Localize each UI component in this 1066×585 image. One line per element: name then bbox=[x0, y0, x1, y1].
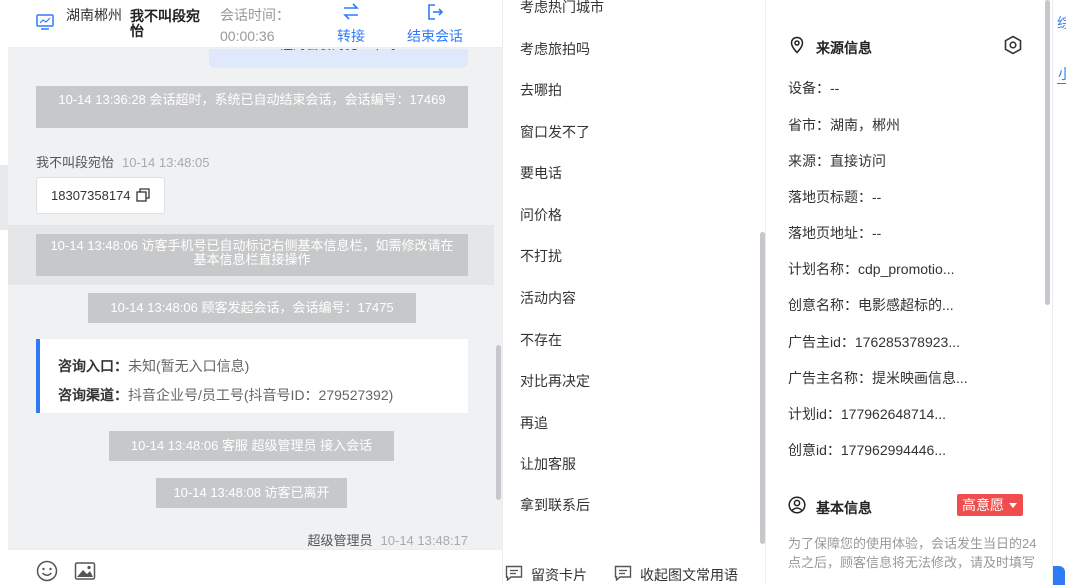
chat-scrollbar[interactable] bbox=[496, 345, 501, 500]
end-session-label: 结束会话 bbox=[407, 28, 463, 44]
system-message: 10-14 13:48:06 客服 超级管理员 接入会话 bbox=[109, 431, 394, 461]
field-source: 来源：直接访问 bbox=[788, 153, 886, 169]
entry-value: 未知(暂无入口信息) bbox=[128, 358, 250, 374]
consult-info-card: 咨询入口：未知(暂无入口信息) 咨询渠道：抖音企业号/员工号(抖音号ID：279… bbox=[36, 339, 468, 413]
left-strip-marker bbox=[0, 165, 8, 230]
basic-info-label: 基本信息 bbox=[816, 500, 872, 516]
phrase-item[interactable]: 要电话 bbox=[520, 163, 562, 183]
field-advertiser-name: 广告主名称：提米映画信息... bbox=[788, 370, 968, 386]
session-time-label: 会话时间： bbox=[220, 7, 290, 23]
collapse-phrases-button[interactable]: 收起图文常用语 bbox=[614, 565, 738, 585]
session-time-value: 00:00:36 bbox=[220, 28, 275, 44]
logout-icon bbox=[428, 4, 444, 20]
chat-toolbar bbox=[8, 549, 502, 585]
edit-notice: 为了保障您的使用体验，会话发生当日的24点之后，顾客信息将无法修改，请及时填写 bbox=[788, 536, 1037, 570]
sender-name: 我不叫段宛怡 bbox=[36, 155, 115, 170]
transfer-label: 转接 bbox=[337, 28, 365, 44]
phrase-footer: 留资卡片 收起图文常用语 bbox=[503, 555, 767, 585]
field-creative-id: 创意id：177962994446... bbox=[788, 442, 946, 458]
phone-number-text: 18307358174 bbox=[51, 188, 131, 203]
message-sender: 我不叫段宛怡 10-14 13:48:05 bbox=[36, 152, 209, 171]
field-creative-name: 创意名称：电影感超标的... bbox=[788, 297, 954, 313]
channel-row: 咨询渠道：抖音企业号/员工号(抖音号ID：279527392) bbox=[58, 381, 468, 410]
phrase-item[interactable]: 问价格 bbox=[520, 205, 562, 225]
field-province-city: 省市：湖南，郴州 bbox=[788, 117, 900, 133]
intent-value: 高意愿 bbox=[962, 497, 1004, 513]
caret-down-icon bbox=[1009, 503, 1017, 508]
edge-link-underline bbox=[1057, 83, 1066, 84]
basic-info-title: 基本信息 bbox=[788, 496, 872, 518]
phrase-scrollbar[interactable] bbox=[760, 232, 765, 544]
info-scrollbar[interactable] bbox=[1045, 0, 1050, 305]
settings-icon[interactable] bbox=[1003, 35, 1023, 55]
emoji-icon[interactable] bbox=[36, 560, 58, 582]
source-info-title: 来源信息 bbox=[788, 36, 872, 58]
visitor-name: 我不叫段宛怡 bbox=[130, 8, 200, 39]
copy-icon[interactable] bbox=[136, 188, 150, 202]
image-icon[interactable] bbox=[74, 560, 96, 582]
phrase-item[interactable]: 不打扰 bbox=[520, 246, 562, 266]
source-info-label: 来源信息 bbox=[816, 40, 872, 56]
phrase-item[interactable]: 对比再决定 bbox=[520, 371, 590, 391]
message-timestamp: 10-14 13:48:05 bbox=[122, 155, 210, 170]
message-list: 注的套餐对比一下呀 10-14 13:36:28 会话超时，系统已自动结束会话，… bbox=[8, 49, 502, 549]
field-plan-name: 计划名称：cdp_promotio... bbox=[788, 261, 955, 277]
edge-link-text[interactable]: 小 bbox=[1058, 64, 1066, 84]
entry-row: 咨询入口：未知(暂无入口信息) bbox=[58, 352, 468, 381]
field-advertiser-id: 广告主id：176285378923... bbox=[788, 334, 960, 350]
quick-phrase-panel: 考虑热门城市 考虑旅拍吗 去哪拍 窗口发不了 要电话 问价格 不打扰 活动内容 … bbox=[502, 0, 766, 585]
phrase-item[interactable]: 活动内容 bbox=[520, 288, 576, 308]
right-edge-panel: 综 小 bbox=[1052, 0, 1066, 585]
phrase-item[interactable]: 考虑热门城市 bbox=[520, 0, 604, 17]
message-icon bbox=[614, 565, 632, 581]
lead-card-button[interactable]: 留资卡片 bbox=[505, 565, 587, 585]
phrase-item[interactable]: 让加客服 bbox=[520, 454, 576, 474]
entry-label: 咨询入口： bbox=[58, 358, 128, 374]
chat-header: 湖南郴州 我不叫段宛怡 会话时间： 00:00:36 转接 结束会话 bbox=[8, 0, 502, 48]
visitor-info-panel: 来源信息 设备：-- 省市：湖南，郴州 来源：直接访问 落地页标题：-- 落地页… bbox=[766, 0, 1052, 585]
collapse-phrases-label: 收起图文常用语 bbox=[640, 567, 738, 583]
chat-panel: 湖南郴州 我不叫段宛怡 会话时间： 00:00:36 转接 结束会话 注的套餐对… bbox=[0, 0, 502, 585]
system-message: 10-14 13:48:08 访客已离开 bbox=[156, 478, 347, 508]
visitor-message-bubble: 18307358174 bbox=[36, 177, 165, 214]
channel-value: 抖音企业号/员工号(抖音号ID：279527392) bbox=[128, 387, 394, 403]
phrase-item[interactable]: 窗口发不了 bbox=[520, 122, 590, 142]
channel-label: 咨询渠道： bbox=[58, 387, 128, 403]
phrase-item[interactable]: 去哪拍 bbox=[520, 80, 562, 100]
field-landing-url: 落地页地址：-- bbox=[788, 225, 882, 241]
system-message: 10-14 13:48:06 顾客发起会话，会话编号：17475 bbox=[88, 293, 416, 323]
intent-select[interactable]: 高意愿 bbox=[957, 494, 1023, 516]
message-sender: 超级管理员 10-14 13:48:17 bbox=[308, 530, 468, 549]
card-icon bbox=[505, 565, 523, 581]
message-timestamp: 10-14 13:48:17 bbox=[380, 533, 468, 548]
phrase-item[interactable]: 不存在 bbox=[520, 330, 562, 350]
user-circle-icon bbox=[788, 496, 806, 514]
lead-card-label: 留资卡片 bbox=[531, 567, 587, 583]
field-device: 设备：-- bbox=[788, 80, 840, 96]
floating-action-button[interactable] bbox=[1053, 566, 1065, 585]
left-strip bbox=[0, 0, 8, 585]
phrase-item[interactable]: 拿到联系后 bbox=[520, 495, 590, 515]
phrase-item[interactable]: 再追 bbox=[520, 413, 548, 433]
sender-name: 超级管理员 bbox=[307, 533, 373, 548]
transfer-icon bbox=[343, 3, 359, 20]
edge-tab-text[interactable]: 综 bbox=[1057, 13, 1066, 33]
system-message: 10-14 13:36:28 会话超时，系统已自动结束会话，会话编号：17469 bbox=[36, 86, 468, 128]
location-pin-icon bbox=[790, 36, 804, 54]
field-plan-id: 计划id：177962648714... bbox=[788, 406, 946, 422]
field-landing-title: 落地页标题：-- bbox=[788, 189, 882, 205]
monitor-icon bbox=[36, 14, 54, 30]
end-session-button[interactable]: 结束会话 bbox=[402, 2, 468, 46]
visitor-location: 湖南郴州 bbox=[66, 7, 122, 23]
agent-message-bubble: 注的套餐对比一下呀 bbox=[209, 49, 468, 68]
transfer-button[interactable]: 转接 bbox=[326, 2, 376, 46]
system-message: 10-14 13:48:06 访客手机号已自动标记右侧基本信息栏，如需修改请在基… bbox=[36, 234, 468, 276]
phrase-item[interactable]: 考虑旅拍吗 bbox=[520, 39, 590, 59]
